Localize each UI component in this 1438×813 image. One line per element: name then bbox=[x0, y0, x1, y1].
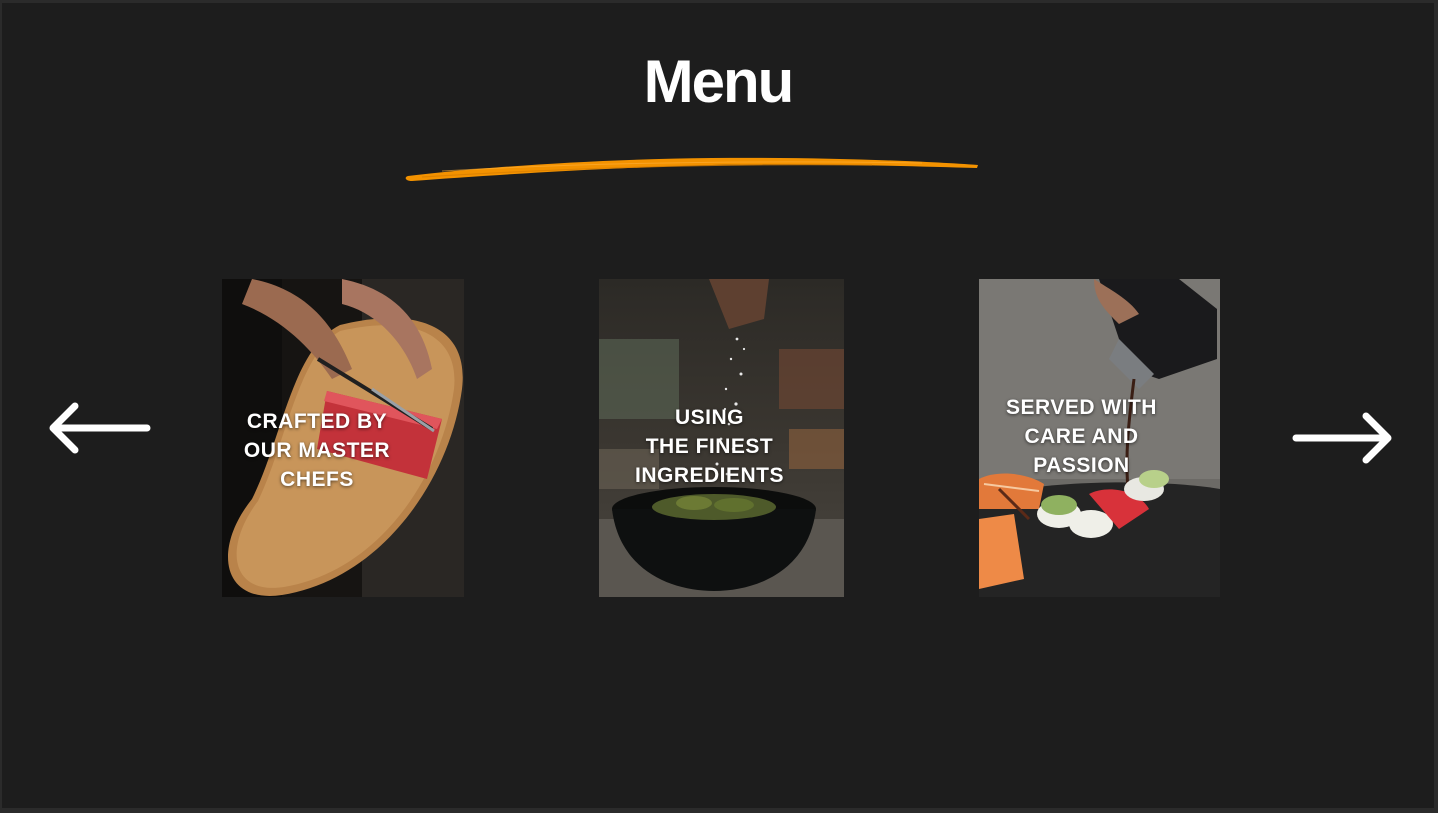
caption-line: SERVED WITH bbox=[1006, 396, 1157, 419]
menu-card-care-and-passion[interactable]: SERVED WITH CARE AND PASSION bbox=[979, 279, 1220, 597]
caption-line: USING bbox=[674, 406, 744, 429]
card-caption: SERVED WITH CARE AND PASSION bbox=[979, 393, 1202, 480]
caption-line: CHEFS bbox=[280, 468, 354, 491]
page-title: Menu bbox=[643, 48, 795, 115]
caption-line: CRAFTED BY bbox=[246, 410, 388, 433]
caption-line: CARE AND bbox=[1024, 425, 1139, 448]
menu-card-master-chefs[interactable]: CRAFTED BY OUR MASTER CHEFS bbox=[222, 279, 464, 597]
menu-slide: Menu CRAFTED BY OUR MASTER CHEFS USING T… bbox=[2, 3, 1434, 808]
next-slide-button[interactable] bbox=[1290, 408, 1394, 468]
caption-line: INGREDIENTS bbox=[634, 464, 784, 487]
caption-line: THE FINEST bbox=[645, 435, 774, 458]
prev-slide-button[interactable] bbox=[47, 398, 151, 458]
card-caption: USING THE FINEST INGREDIENTS bbox=[599, 403, 832, 490]
arrow-right-icon bbox=[1292, 412, 1392, 464]
caption-line: OUR MASTER bbox=[243, 439, 391, 462]
caption-line: PASSION bbox=[1033, 454, 1130, 477]
menu-card-finest-ingredients[interactable]: USING THE FINEST INGREDIENTS bbox=[599, 279, 844, 597]
card-caption: CRAFTED BY OUR MASTER CHEFS bbox=[222, 407, 438, 494]
brush-underline bbox=[405, 157, 979, 181]
arrow-left-icon bbox=[49, 402, 151, 454]
